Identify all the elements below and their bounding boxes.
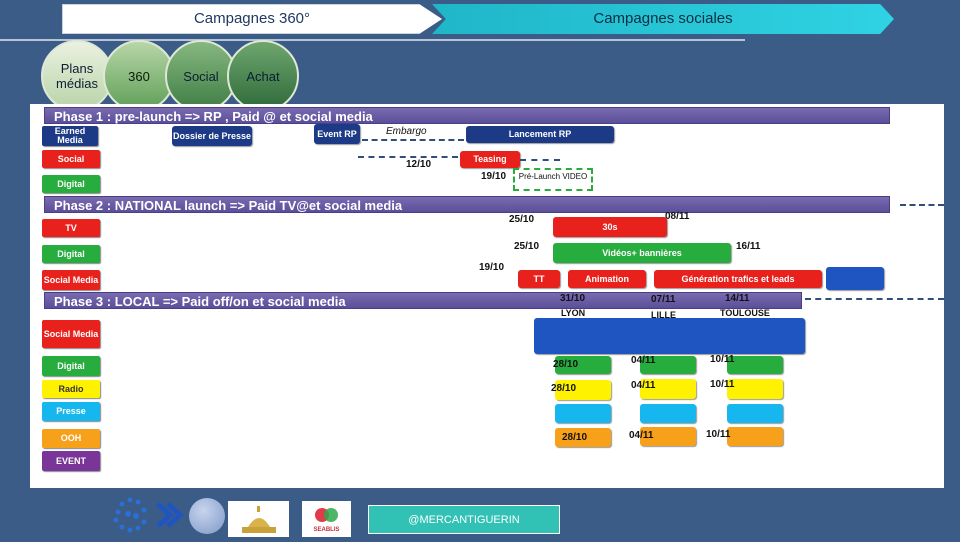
teasing-box: Teasing: [460, 151, 520, 168]
channel-radio: Radio: [42, 380, 100, 398]
social-campaign-label: Campagnes sociales: [593, 10, 733, 27]
channel-presse: Presse: [42, 402, 100, 421]
media-plans-label: Plans médias: [56, 61, 98, 91]
radio-lille-date: 04/11: [631, 380, 656, 391]
ooh-toulouse-date: 10/11: [706, 429, 731, 440]
round-logo: [189, 498, 225, 534]
tt-date: 19/10: [479, 262, 505, 273]
channel-earned-media: Earned Media: [42, 126, 98, 146]
videos-banners-box: Vidéos+ bannières: [553, 243, 731, 263]
teasing-dash-2: [520, 159, 560, 161]
ooh-toulouse-box: [727, 427, 783, 446]
phase-2-blue-box: [826, 267, 884, 290]
press-kit-box: Dossier de Presse: [172, 126, 252, 146]
social-circle-label: Social: [183, 68, 219, 84]
digital-lille-date: 04/11: [631, 355, 656, 366]
lyon-date: 31/10: [560, 293, 586, 304]
tt-box: TT: [518, 270, 560, 288]
twitter-handle: @MERCANTIGUERIN: [408, 513, 520, 526]
prelaunch-video-label: Pré-Launch VIDEO: [518, 172, 588, 181]
event-rp-box: Event RP: [314, 124, 360, 144]
teasing-date: 12/10: [406, 159, 432, 170]
campaign-360-label: Campagnes 360°: [193, 10, 311, 27]
social-campaign-banner: Campagnes sociales: [432, 4, 894, 34]
toulouse-label: TOULOUSE: [720, 308, 770, 318]
channel-social-media-p3: Social Media: [42, 320, 100, 348]
channel-tv: TV: [42, 219, 100, 237]
lyon-label: LYON: [561, 308, 586, 318]
radio-toulouse-box: [727, 379, 783, 399]
channel-digital-p1: Digital: [42, 175, 100, 193]
animation-box: Animation: [568, 270, 646, 288]
digital-toulouse-box: [727, 356, 783, 374]
phase-1-header: Phase 1 : pre-launch => RP , Paid @ et s…: [44, 107, 890, 124]
header-divider: [0, 39, 745, 41]
phase-3-header: Phase 3 : LOCAL => Paid off/on et social…: [44, 292, 802, 309]
channel-digital-p3: Digital: [42, 356, 100, 376]
digital-toulouse-date: 10/11: [710, 354, 735, 365]
channel-social-p1: Social: [42, 150, 100, 168]
dots-arrow-logo: [113, 497, 184, 533]
purchase-circle: Achat: [227, 40, 299, 112]
tv-end-date: 08/11: [665, 211, 690, 222]
channel-ooh: OOH: [42, 429, 100, 448]
ooh-lyon-date: 28/10: [562, 432, 588, 443]
phase-3-social-blue-box: [534, 318, 805, 354]
seablis-text: SEABLIS: [313, 527, 340, 533]
radio-lyon-date: 28/10: [551, 383, 577, 394]
ooh-lille-date: 04/11: [629, 430, 654, 441]
phase-2-extend-dash: [900, 204, 944, 206]
teasing-dash: [358, 156, 458, 158]
channel-event: EVENT: [42, 451, 100, 471]
videos-start-date: 25/10: [514, 241, 540, 252]
presse-toulouse-box: [727, 404, 783, 423]
channel-social-media-p2: Social Media: [42, 270, 100, 290]
digital-lyon-date: 28/10: [553, 359, 579, 370]
press-launch-box: Lancement RP: [466, 126, 614, 143]
building-logo: [228, 501, 289, 537]
presse-lille-box: [640, 404, 696, 423]
twitter-handle-box[interactable]: @MERCANTIGUERIN: [368, 505, 560, 534]
embargo-label: Embargo: [386, 126, 427, 137]
circle-360-label: 360: [128, 68, 150, 84]
lead-generation-box: Génération trafics et leads: [654, 270, 822, 288]
prelaunch-video-box: Pré-Launch VIDEO: [513, 168, 593, 191]
phase-3-extend-dash: [805, 298, 944, 300]
presse-lyon-box: [555, 404, 611, 423]
dome-building-icon: [242, 506, 276, 533]
videos-end-date: 16/11: [736, 241, 761, 252]
toulouse-date: 14/11: [725, 293, 750, 304]
radio-toulouse-date: 10/11: [710, 379, 735, 390]
campaign-360-banner: Campagnes 360°: [62, 4, 442, 34]
phase-2-header: Phase 2 : NATIONAL launch => Paid TV@et …: [44, 196, 890, 213]
prelaunch-date: 19/10: [481, 171, 507, 182]
channel-digital-p2: Digital: [42, 245, 100, 263]
tv-start-date: 25/10: [509, 214, 535, 225]
purchase-circle-label: Achat: [246, 68, 280, 84]
lille-date: 07/11: [651, 294, 676, 305]
embargo-dash: [362, 139, 464, 141]
tv-30s-box: 30s: [553, 217, 667, 237]
seablis-logo: SEABLIS: [302, 501, 351, 537]
